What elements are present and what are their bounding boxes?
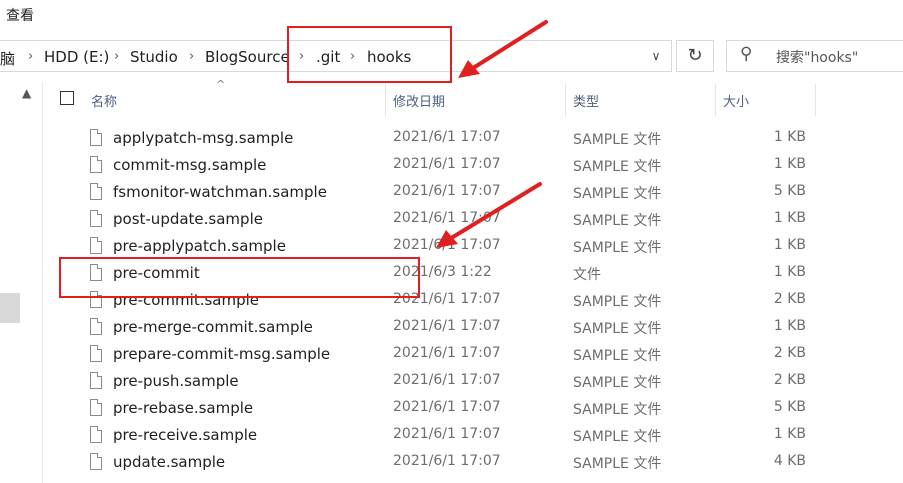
file-size: 2 KB bbox=[773, 372, 806, 388]
file-name: pre-merge-commit.sample bbox=[113, 318, 313, 336]
file-name: pre-receive.sample bbox=[113, 426, 258, 444]
file-type: SAMPLE 文件 bbox=[573, 456, 662, 472]
chevron-down-icon[interactable]: ∨ bbox=[644, 45, 668, 67]
file-type: SAMPLE 文件 bbox=[573, 375, 662, 391]
list-item[interactable]: fsmonitor-watchman.sample 2021/6/1 17:07… bbox=[44, 179, 844, 206]
breadcrumb-blogsource[interactable]: BlogSource bbox=[205, 48, 290, 66]
file-icon bbox=[90, 318, 102, 335]
file-icon bbox=[90, 372, 102, 389]
file-size: 1 KB bbox=[773, 156, 806, 172]
file-name: post-update.sample bbox=[113, 210, 263, 228]
search-icon: ⚲ bbox=[740, 44, 753, 64]
file-size: 1 KB bbox=[773, 426, 806, 442]
navigation-pane[interactable] bbox=[0, 82, 42, 483]
file-name: commit-msg.sample bbox=[113, 156, 267, 174]
file-size: 4 KB bbox=[773, 453, 806, 469]
file-type: SAMPLE 文件 bbox=[573, 240, 662, 256]
tab-view[interactable]: 查看 bbox=[6, 5, 34, 25]
file-type: SAMPLE 文件 bbox=[573, 213, 662, 229]
column-divider[interactable] bbox=[385, 84, 386, 116]
list-item[interactable]: applypatch-msg.sample 2021/6/1 17:07 SAM… bbox=[44, 125, 844, 152]
list-item[interactable]: pre-receive.sample 2021/6/1 17:07 SAMPLE… bbox=[44, 422, 844, 449]
file-size: 2 KB bbox=[773, 291, 806, 307]
breadcrumb-separator[interactable]: › bbox=[28, 49, 33, 64]
file-name: update.sample bbox=[113, 453, 226, 471]
list-item[interactable]: update.sample 2021/6/1 17:07 SAMPLE 文件 4… bbox=[44, 449, 844, 476]
file-size: 5 KB bbox=[773, 183, 806, 199]
list-item[interactable]: pre-rebase.sample 2021/6/1 17:07 SAMPLE … bbox=[44, 395, 844, 422]
file-size: 1 KB bbox=[773, 210, 806, 226]
file-size: 5 KB bbox=[773, 399, 806, 415]
file-icon bbox=[90, 453, 102, 470]
breadcrumb-hdd[interactable]: HDD (E:) bbox=[44, 48, 109, 66]
file-name: fsmonitor-watchman.sample bbox=[113, 183, 327, 201]
breadcrumb-separator[interactable]: › bbox=[189, 49, 194, 64]
file-date: 2021/6/1 17:07 bbox=[393, 210, 501, 226]
file-date: 2021/6/1 17:07 bbox=[393, 156, 501, 172]
breadcrumb-separator[interactable]: › bbox=[114, 49, 119, 64]
file-type: SAMPLE 文件 bbox=[573, 429, 662, 445]
list-item[interactable]: prepare-commit-msg.sample 2021/6/1 17:07… bbox=[44, 341, 844, 368]
file-type: SAMPLE 文件 bbox=[573, 321, 662, 337]
file-type: SAMPLE 文件 bbox=[573, 294, 662, 310]
list-item[interactable]: pre-push.sample 2021/6/1 17:07 SAMPLE 文件… bbox=[44, 368, 844, 395]
file-icon bbox=[90, 129, 102, 146]
list-item[interactable]: pre-merge-commit.sample 2021/6/1 17:07 S… bbox=[44, 314, 844, 341]
file-size: 2 KB bbox=[773, 345, 806, 361]
file-date: 2021/6/1 17:07 bbox=[393, 453, 501, 469]
file-name: pre-applypatch.sample bbox=[113, 237, 286, 255]
pane-divider[interactable] bbox=[42, 82, 43, 483]
refresh-icon: ↻ bbox=[687, 45, 703, 66]
column-header-name[interactable]: 名称 bbox=[91, 91, 117, 110]
file-type: SAMPLE 文件 bbox=[573, 348, 662, 364]
list-item[interactable]: pre-applypatch.sample 2021/6/1 17:07 SAM… bbox=[44, 233, 844, 260]
column-divider[interactable] bbox=[815, 84, 816, 116]
file-name: applypatch-msg.sample bbox=[113, 129, 294, 147]
file-name: pre-rebase.sample bbox=[113, 399, 254, 417]
file-size: 1 KB bbox=[773, 264, 806, 280]
file-date: 2021/6/1 17:07 bbox=[393, 426, 501, 442]
file-type: SAMPLE 文件 bbox=[573, 186, 662, 202]
select-all-checkbox[interactable] bbox=[60, 91, 74, 105]
search-placeholder[interactable]: 搜索"hooks" bbox=[776, 47, 858, 67]
sort-ascending-icon: ^ bbox=[216, 78, 226, 91]
file-date: 2021/6/1 17:07 bbox=[393, 399, 501, 415]
file-icon bbox=[90, 210, 102, 227]
file-date: 2021/6/1 17:07 bbox=[393, 129, 501, 145]
file-date: 2021/6/1 17:07 bbox=[393, 345, 501, 361]
list-item[interactable]: commit-msg.sample 2021/6/1 17:07 SAMPLE … bbox=[44, 152, 844, 179]
column-divider[interactable] bbox=[565, 84, 566, 116]
file-icon bbox=[90, 399, 102, 416]
annotation-highlight-path bbox=[287, 26, 452, 83]
file-icon bbox=[90, 426, 102, 443]
file-size: 1 KB bbox=[773, 318, 806, 334]
file-type: SAMPLE 文件 bbox=[573, 132, 662, 148]
breadcrumb-studio[interactable]: Studio bbox=[130, 48, 178, 66]
column-divider[interactable] bbox=[715, 84, 716, 116]
nav-selected-item[interactable] bbox=[0, 293, 20, 323]
file-type: 文件 bbox=[573, 267, 601, 283]
breadcrumb-this-pc[interactable]: 脑 bbox=[0, 48, 15, 69]
column-header-date[interactable]: 修改日期 bbox=[393, 91, 445, 110]
scroll-up-icon[interactable]: ▲ bbox=[22, 86, 31, 100]
file-name: pre-push.sample bbox=[113, 372, 239, 390]
file-icon bbox=[90, 345, 102, 362]
list-item[interactable]: post-update.sample 2021/6/1 17:07 SAMPLE… bbox=[44, 206, 844, 233]
file-icon bbox=[90, 156, 102, 173]
file-name: prepare-commit-msg.sample bbox=[113, 345, 331, 363]
refresh-button[interactable]: ↻ bbox=[676, 40, 714, 72]
file-date: 2021/6/1 17:07 bbox=[393, 318, 501, 334]
file-type: SAMPLE 文件 bbox=[573, 402, 662, 418]
annotation-highlight-pre-commit bbox=[59, 257, 420, 298]
file-date: 2021/6/1 17:07 bbox=[393, 372, 501, 388]
column-header-type[interactable]: 类型 bbox=[573, 91, 599, 110]
file-date: 2021/6/1 17:07 bbox=[393, 183, 501, 199]
file-icon bbox=[90, 183, 102, 200]
file-size: 1 KB bbox=[773, 237, 806, 253]
file-size: 1 KB bbox=[773, 129, 806, 145]
file-type: SAMPLE 文件 bbox=[573, 159, 662, 175]
file-icon bbox=[90, 237, 102, 254]
file-date: 2021/6/1 17:07 bbox=[393, 237, 501, 253]
column-header-size[interactable]: 大小 bbox=[723, 91, 749, 110]
